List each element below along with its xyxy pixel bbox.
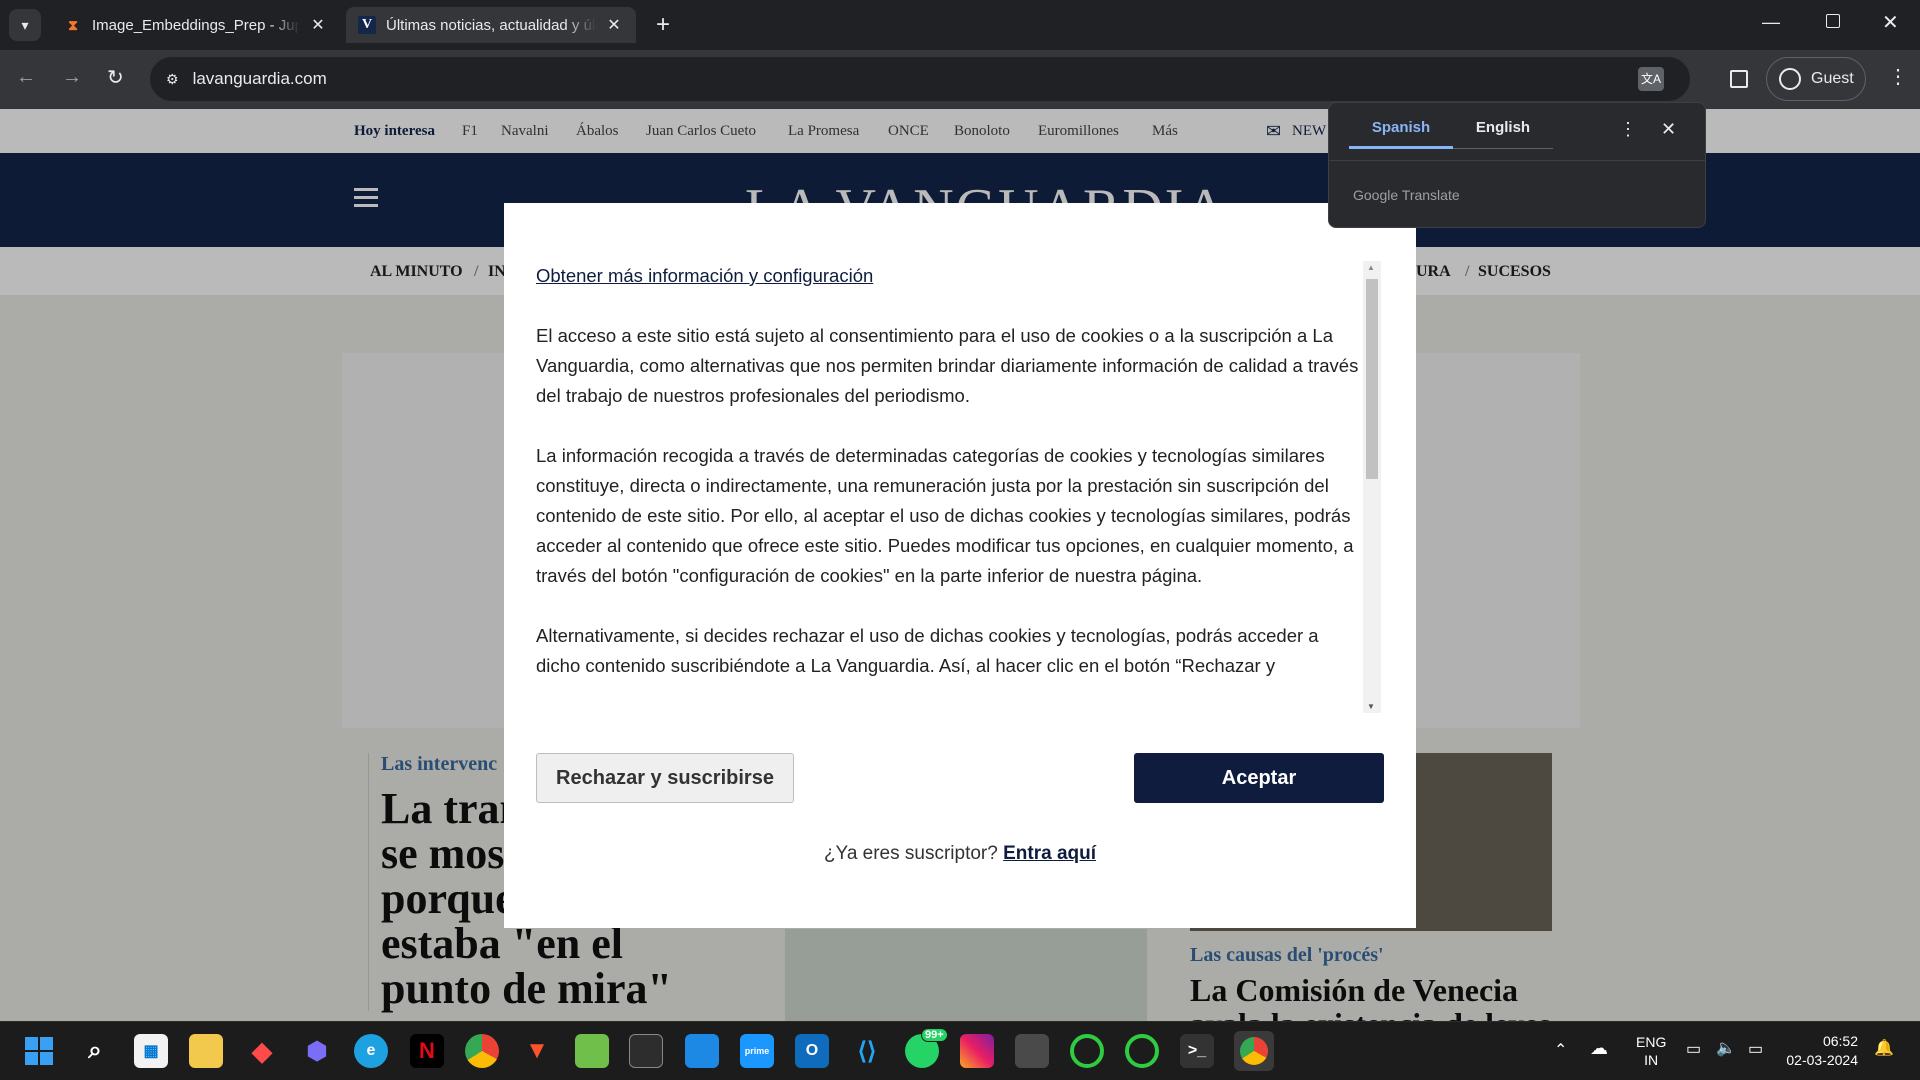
close-icon[interactable]: ✕: [308, 15, 328, 35]
photos-icon[interactable]: [575, 1034, 609, 1068]
tab-english[interactable]: English: [1453, 119, 1553, 149]
forward-icon[interactable]: →: [62, 66, 82, 89]
reject-and-subscribe-button[interactable]: Rechazar y suscribirse: [536, 753, 794, 803]
chrome-active-icon[interactable]: [1234, 1031, 1274, 1071]
lavanguardia-favicon-icon: V: [358, 16, 376, 34]
search-icon[interactable]: ⌕: [78, 1034, 112, 1068]
tray-chevron-up-icon[interactable]: ⌃: [1554, 1040, 1567, 1060]
file-explorer-icon[interactable]: [189, 1034, 223, 1068]
tab-title: Image_Embeddings_Prep - Jupyter: [92, 16, 300, 34]
restore-button[interactable]: [1826, 14, 1840, 28]
accept-button[interactable]: Aceptar: [1134, 753, 1384, 803]
profile-button[interactable]: Guest: [1766, 57, 1866, 101]
vscode-icon[interactable]: ⟨⟩: [850, 1034, 884, 1068]
language-indicator[interactable]: ENG IN: [1636, 1033, 1666, 1069]
prime-video-icon[interactable]: prime: [740, 1034, 774, 1068]
outlook-icon[interactable]: O: [795, 1034, 829, 1068]
browser-toolbar: ← → ↻ ⚙ lavanguardia.com 文A Guest ⋮: [0, 50, 1920, 109]
popup-divider: [1329, 160, 1705, 161]
cookie-consent-dialog: Obtener más información y configuración …: [504, 203, 1416, 928]
translate-options-icon[interactable]: ⋮: [1619, 119, 1637, 140]
tab-spanish[interactable]: Spanish: [1349, 119, 1453, 149]
consent-paragraph: La información recogida a través de dete…: [536, 445, 1354, 586]
taskbar: ⌕ ▦ ◆ ⬢ e N ▼ prime O ⟨⟩ 99+ >_ ⌃ ☁ ENG …: [0, 1021, 1920, 1080]
clock[interactable]: 06:52 02-03-2024: [1786, 1032, 1858, 1070]
console-icon[interactable]: >_: [1180, 1034, 1214, 1068]
consent-scrollbar[interactable]: ▲ ▼: [1363, 261, 1381, 713]
consent-paragraph: Alternativamente, si decides rechazar el…: [536, 625, 1319, 676]
tab-lavanguardia[interactable]: V Últimas noticias, actualidad y última …: [346, 7, 636, 43]
microsoft-store-icon[interactable]: ▦: [134, 1034, 168, 1068]
avatar-icon: [1779, 68, 1801, 90]
calculator-app-icon[interactable]: [685, 1034, 719, 1068]
more-info-link[interactable]: Obtener más información y configuración: [536, 265, 873, 286]
consent-text-area[interactable]: Obtener más información y configuración …: [536, 261, 1366, 709]
chevron-down-icon: ▾: [21, 16, 29, 33]
login-link[interactable]: Entra aquí: [1003, 843, 1096, 864]
notification-bell-icon[interactable]: 🔔: [1874, 1038, 1894, 1058]
reload-icon[interactable]: ↻: [107, 65, 124, 90]
spinner-app-icon[interactable]: [1125, 1034, 1159, 1068]
translate-popup: Spanish English ⋮ ✕ Google Translate: [1328, 102, 1706, 228]
google-translate-label: Google Translate: [1353, 187, 1460, 203]
site-info-icon[interactable]: ⚙: [166, 71, 179, 88]
edge-icon[interactable]: e: [354, 1034, 388, 1068]
copilot-icon[interactable]: ⬢: [300, 1034, 334, 1068]
tab-jupyter[interactable]: ⧗ Image_Embeddings_Prep - Jupyter ✕: [52, 7, 340, 43]
hourglass-icon: ⧗: [68, 16, 78, 33]
minimize-button[interactable]: —: [1762, 12, 1780, 33]
scroll-up-arrow-icon[interactable]: ▲: [1367, 263, 1375, 272]
close-icon[interactable]: ✕: [1661, 119, 1676, 140]
onedrive-cloud-icon[interactable]: ☁: [1590, 1038, 1608, 1059]
new-tab-button[interactable]: +: [650, 10, 676, 40]
chrome-icon[interactable]: [465, 1034, 499, 1068]
scroll-down-arrow-icon[interactable]: ▼: [1367, 702, 1375, 711]
brave-icon[interactable]: ▼: [520, 1034, 554, 1068]
volume-muted-icon[interactable]: 🔈: [1716, 1038, 1736, 1058]
spinner-app-icon[interactable]: [1070, 1034, 1104, 1068]
netflix-icon[interactable]: N: [410, 1034, 444, 1068]
instagram-icon[interactable]: [960, 1034, 994, 1068]
address-bar[interactable]: ⚙ lavanguardia.com 文A: [150, 57, 1690, 101]
app-window-icon[interactable]: [1015, 1034, 1049, 1068]
windows-start-icon[interactable]: [22, 1034, 56, 1068]
consent-paragraph: El acceso a este sitio está sujeto al co…: [536, 325, 1359, 406]
whatsapp-icon[interactable]: 99+: [905, 1028, 948, 1068]
network-icon[interactable]: ▭: [1686, 1039, 1701, 1059]
tab-title: Últimas noticias, actualidad y última ho…: [386, 16, 596, 34]
subscriber-prompt: ¿Ya eres suscriptor?: [823, 843, 998, 864]
translate-icon[interactable]: 文A: [1638, 67, 1664, 91]
close-window-button[interactable]: ✕: [1882, 10, 1899, 35]
tab-strip: ▾ ⧗ Image_Embeddings_Prep - Jupyter ✕ V …: [0, 0, 1920, 50]
terminal-app-icon[interactable]: [629, 1034, 663, 1068]
scrollbar-thumb[interactable]: [1366, 279, 1378, 479]
url-text: lavanguardia.com: [192, 69, 327, 88]
side-panel-icon[interactable]: [1730, 70, 1748, 88]
tab-search-button[interactable]: ▾: [9, 9, 41, 41]
close-icon[interactable]: ✕: [604, 15, 624, 35]
menu-kebab-icon[interactable]: ⋮: [1888, 64, 1908, 89]
notification-badge: 99+: [921, 1028, 948, 1042]
app-diamond-icon[interactable]: ◆: [245, 1034, 279, 1068]
subscriber-line: ¿Ya eres suscriptor? Entra aquí: [504, 843, 1416, 865]
profile-label: Guest: [1811, 70, 1854, 87]
back-icon[interactable]: ←: [16, 66, 36, 89]
battery-icon[interactable]: ▭: [1748, 1039, 1763, 1059]
